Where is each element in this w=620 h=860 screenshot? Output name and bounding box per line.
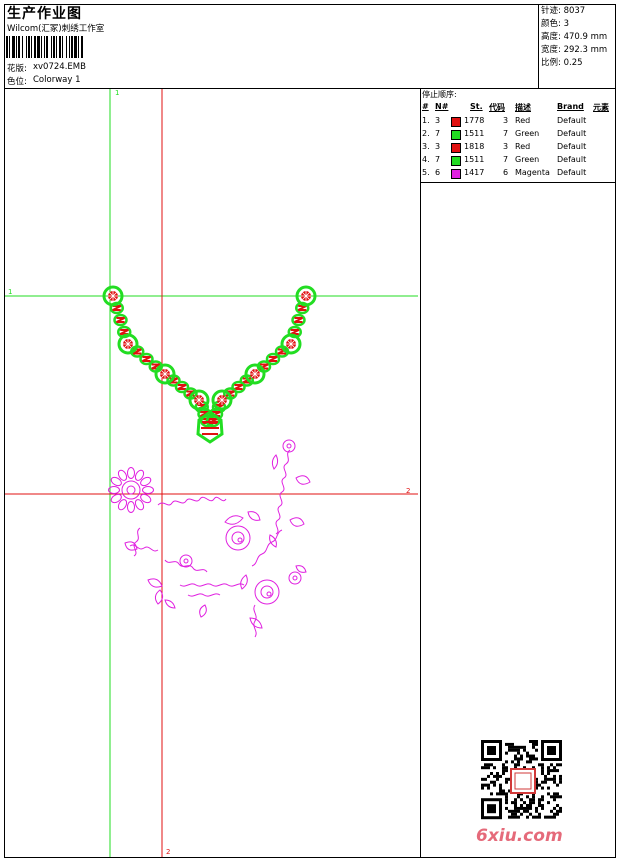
color-swatch <box>451 143 461 153</box>
row-index: 4. <box>422 155 430 164</box>
row-desc: Green <box>515 129 540 138</box>
col-stitches: St. <box>470 102 483 111</box>
row-brand: Default <box>557 129 587 138</box>
row-needle: 6 <box>435 168 441 177</box>
row-stitches: 1417 <box>464 168 485 177</box>
row-stitches: 1511 <box>464 155 485 164</box>
row-index: 5. <box>422 168 430 177</box>
color-swatch <box>451 156 461 166</box>
row-desc: Green <box>515 155 540 164</box>
qr-code <box>481 740 562 820</box>
guide-label-2-bottom: 2 <box>166 848 170 856</box>
site-watermark: 6xiu.com <box>476 826 563 846</box>
sun-flower-center <box>121 480 141 500</box>
row-desc: Red <box>515 142 531 151</box>
page-title: 生产作业图 <box>7 6 82 22</box>
row-stitches: 1778 <box>464 116 485 125</box>
table-header: # N# St. 代码 描述 Brand 元素 <box>421 102 617 114</box>
stat-height: 高度: 470.9 mm <box>541 32 608 42</box>
floral-vine-embroidery <box>108 439 311 638</box>
table-row: 4. 7 1511 7 Green Default <box>421 154 617 167</box>
table-row: 3. 3 1818 3 Red Default <box>421 141 617 154</box>
table-row: 1. 3 1778 3 Red Default <box>421 115 617 128</box>
design-name: xv0724.EMB <box>33 62 86 72</box>
table-row: 5. 6 1417 6 Magenta Default <box>421 167 617 180</box>
guide-label-2-right: 2 <box>406 487 410 495</box>
col-desc: 描述 <box>515 103 531 112</box>
row-brand: Default <box>557 168 587 177</box>
stat-width: 宽度: 292.3 mm <box>541 45 608 55</box>
stat-scale: 比例: 0.25 <box>541 58 583 68</box>
row-code: 3 <box>503 142 509 151</box>
row-code: 7 <box>503 155 509 164</box>
row-stitches: 1511 <box>464 129 485 138</box>
table-title: 停止顺序: <box>422 90 457 99</box>
row-code: 7 <box>503 129 509 138</box>
row-stitches: 1818 <box>464 142 485 151</box>
guide-label-1-left: 1 <box>8 288 12 296</box>
stats-divider <box>538 4 539 88</box>
row-index: 1. <box>422 116 430 125</box>
sun-flower-petals <box>108 467 154 513</box>
row-needle: 7 <box>435 129 441 138</box>
design-canvas: 1 1 2 2 <box>5 89 418 857</box>
table-divider <box>420 182 616 183</box>
table-row: 2. 7 1511 7 Green Default <box>421 128 617 141</box>
row-brand: Default <box>557 155 587 164</box>
stat-colors: 颜色: 3 <box>541 19 569 29</box>
row-needle: 3 <box>435 142 441 151</box>
col-index: # <box>422 102 429 111</box>
row-needle: 7 <box>435 155 441 164</box>
row-index: 3. <box>422 142 430 151</box>
col-brand: Brand <box>557 102 584 111</box>
col-needle: N# <box>435 102 449 111</box>
stat-stitches: 针迹: 8037 <box>541 6 586 16</box>
necklace-embroidery <box>102 285 317 444</box>
color-swatch <box>451 169 461 179</box>
stats-panel: 针迹: 8037 颜色: 3 高度: 470.9 mm 宽度: 292.3 mm… <box>541 5 615 70</box>
row-brand: Default <box>557 142 587 151</box>
barcode <box>6 36 83 58</box>
color-swatch <box>451 130 461 140</box>
row-desc: Magenta <box>515 168 550 177</box>
row-needle: 3 <box>435 116 441 125</box>
col-element: 元素 <box>593 103 609 112</box>
row-code: 6 <box>503 168 509 177</box>
colorway-name: Colorway 1 <box>33 75 81 85</box>
color-swatch <box>451 117 461 127</box>
company-name: Wilcom(汇冢)刺绣工作室 <box>7 24 105 34</box>
design-label: 花版: <box>7 64 27 74</box>
colorway-label: 色位: <box>7 77 27 87</box>
col-code: 代码 <box>489 103 505 112</box>
row-code: 3 <box>503 116 509 125</box>
guide-label-1-top: 1 <box>115 89 119 97</box>
row-index: 2. <box>422 129 430 138</box>
canvas-divider <box>420 88 421 858</box>
row-desc: Red <box>515 116 531 125</box>
row-brand: Default <box>557 116 587 125</box>
